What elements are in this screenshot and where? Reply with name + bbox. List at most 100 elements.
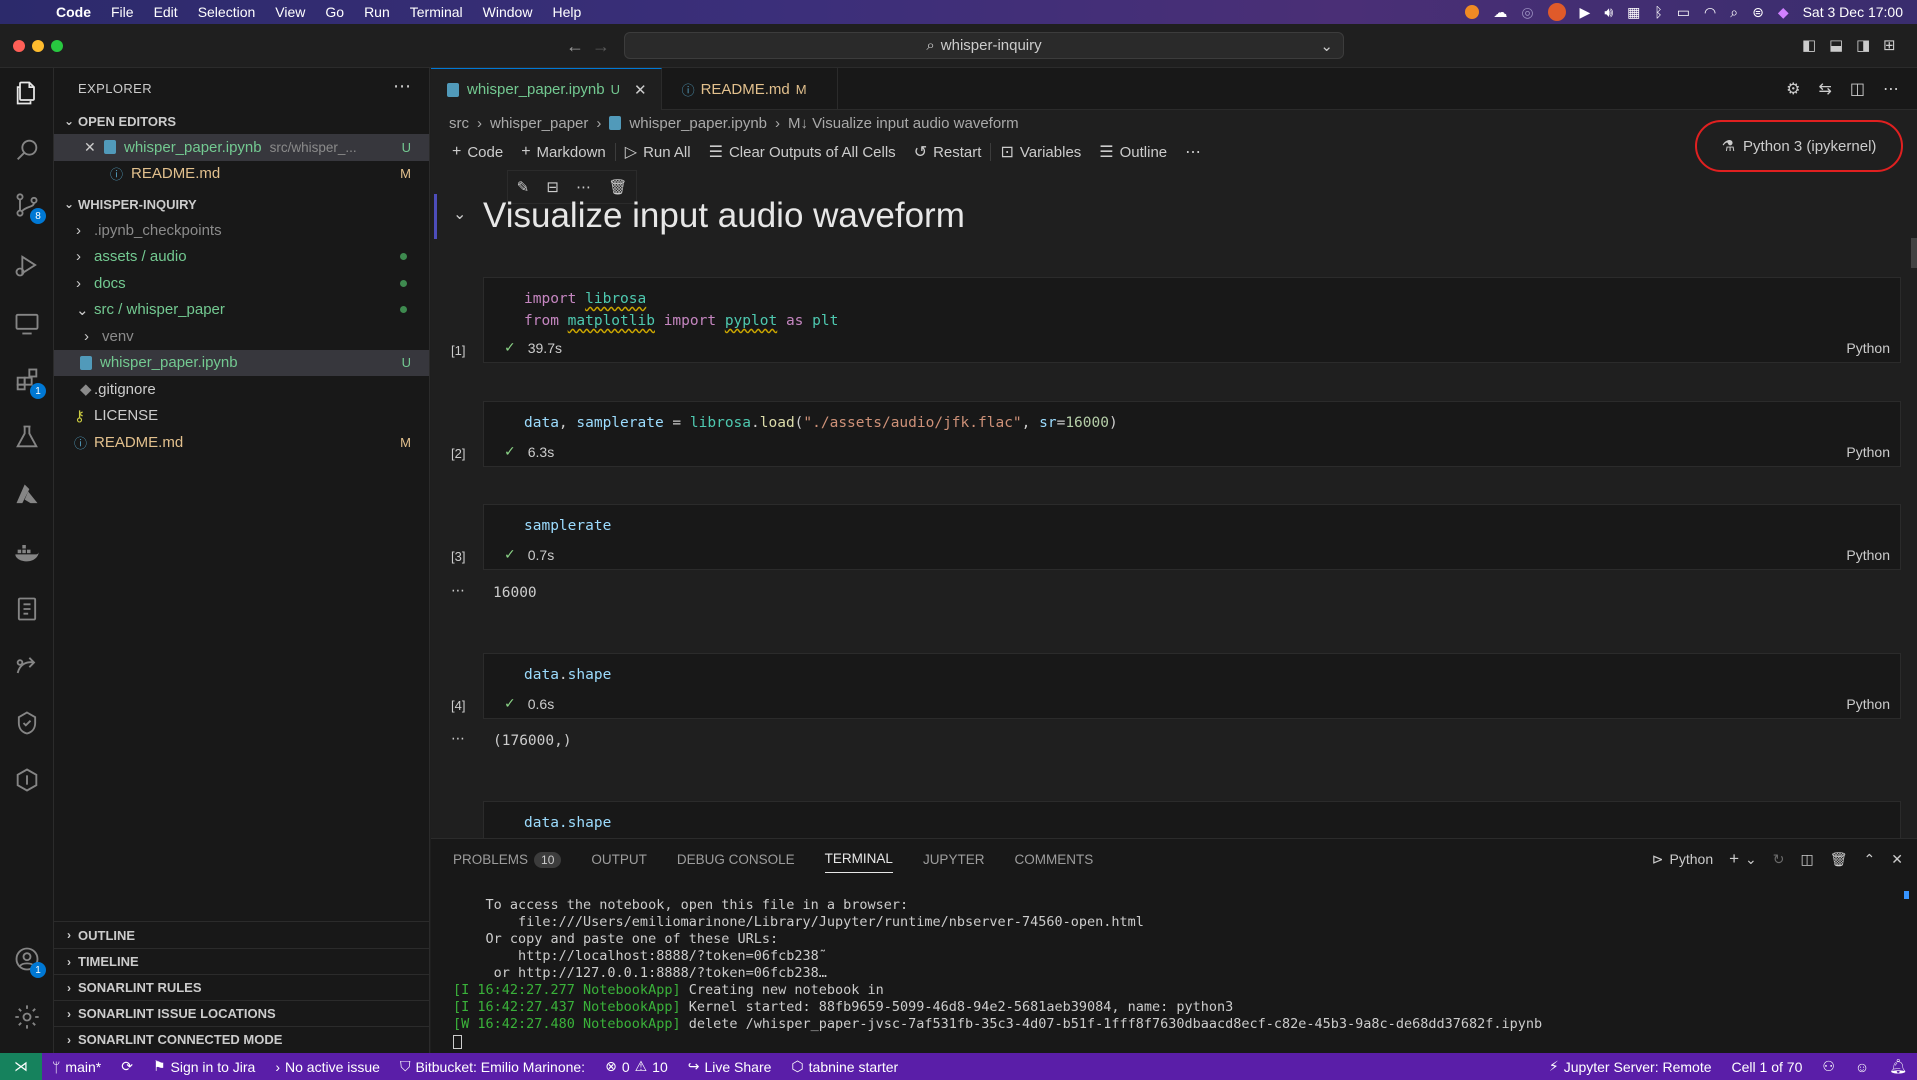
breadcrumb-item[interactable]: whisper_paper.ipynb (629, 115, 767, 132)
copilot-icon[interactable]: ⚇ (1812, 1058, 1845, 1075)
tab-problems[interactable]: PROBLEMS 10 (453, 851, 562, 868)
tree-folder[interactable]: › venv (54, 323, 429, 350)
tab-terminal[interactable]: TERMINAL (824, 851, 893, 873)
live-share-button[interactable]: ↪ Live Share (678, 1058, 782, 1075)
code-cell[interactable]: import librosa from matplotlib import py… (483, 277, 1901, 363)
cell-language[interactable]: Python (1846, 696, 1890, 712)
split-cell-icon[interactable]: ⊟ (546, 178, 559, 196)
cloud-icon[interactable]: ☁ (1493, 4, 1507, 21)
add-code-cell-button[interactable]: + Code (443, 143, 512, 161)
branch-indicator[interactable]: ᛘ main* (42, 1059, 111, 1075)
output-menu-icon[interactable]: ⋯ (451, 730, 465, 747)
siri-icon[interactable]: ◆ (1778, 4, 1789, 21)
tab-output[interactable]: OUTPUT (591, 852, 647, 867)
open-editor-item[interactable]: ✕ whisper_paper.ipynb src/whisper_... U (54, 134, 429, 161)
open-changes-icon[interactable]: ⇆ (1818, 79, 1831, 99)
menu-view[interactable]: View (265, 4, 315, 20)
cell-code[interactable]: data.shape (484, 802, 1900, 834)
kill-terminal-trash-icon[interactable]: 🗑︎ (1830, 851, 1848, 868)
customize-layout-icon[interactable]: ⊞ (1883, 36, 1896, 54)
kernel-picker[interactable]: ⚗ Python 3 (ipykernel) (1695, 120, 1903, 172)
gitlens-icon[interactable] (10, 763, 44, 797)
docker-icon[interactable] (10, 535, 44, 569)
chevron-down-icon[interactable]: ⌄ (1745, 851, 1757, 868)
restart-terminal-icon[interactable]: ↻ (1773, 851, 1785, 868)
bluetooth-icon[interactable]: ᛒ (1654, 4, 1662, 20)
collapse-chevron-icon[interactable]: ⌄ (453, 204, 466, 224)
workspace-section[interactable]: ⌄ WHISPER-INQUIRY (54, 191, 429, 217)
jira-sign-in[interactable]: ⚑ Sign in to Jira (143, 1058, 265, 1075)
clock[interactable]: Sat 3 Dec 17:00 (1803, 4, 1903, 20)
chevron-down-icon[interactable]: ⌄ (1320, 37, 1333, 55)
problems-indicator[interactable]: ⊗ 0 ⚠ 10 (595, 1058, 678, 1075)
cell-code[interactable]: data.shape (484, 654, 1900, 686)
outline-button[interactable]: ☰ Outline (1090, 142, 1176, 162)
tab-whisper-paper[interactable]: whisper_paper.ipynb U ✕ (431, 68, 662, 110)
outline-section[interactable]: › OUTLINE (54, 922, 430, 948)
notebook-icon[interactable] (10, 592, 44, 626)
edit-pencil-icon[interactable]: ✎ (517, 178, 530, 196)
swirl-icon[interactable]: ◎ (1521, 4, 1533, 21)
menu-terminal[interactable]: Terminal (400, 4, 473, 20)
volume-icon[interactable]: 🔊︎ (1604, 4, 1613, 21)
breadcrumb-item[interactable]: src (449, 115, 469, 132)
menu-help[interactable]: Help (542, 4, 591, 20)
menu-app[interactable]: Code (46, 4, 101, 20)
remote-explorer-icon[interactable] (10, 306, 44, 340)
remote-indicator[interactable]: ⋊ (0, 1053, 42, 1080)
clear-outputs-button[interactable]: ☰ Clear Outputs of All Cells (700, 142, 905, 162)
accounts-icon[interactable]: 1 (10, 942, 46, 978)
spotlight-icon[interactable]: ⌕ (1730, 4, 1738, 21)
azure-icon[interactable] (10, 478, 44, 512)
live-share-icon[interactable] (10, 649, 44, 683)
menu-selection[interactable]: Selection (188, 4, 266, 20)
close-window-button[interactable] (13, 40, 25, 52)
add-markdown-cell-button[interactable]: + Markdown (512, 143, 615, 161)
explorer-icon[interactable] (10, 76, 44, 110)
close-icon[interactable]: ✕ (84, 139, 104, 156)
delete-trash-icon[interactable]: 🗑︎ (608, 178, 627, 196)
code-cell[interactable]: data.shape (483, 801, 1901, 838)
jupyter-server-indicator[interactable]: ⚡︎ Jupyter Server: Remote (1539, 1058, 1722, 1075)
close-panel-icon[interactable]: ✕ (1891, 851, 1903, 868)
more-toolbar-button[interactable]: ⋯ (1176, 142, 1210, 162)
sonarlint-connected-mode-section[interactable]: › SONARLINT CONNECTED MODE (54, 1026, 430, 1052)
extensions-icon[interactable]: 1 (10, 363, 46, 399)
testing-icon[interactable] (10, 420, 44, 454)
more-actions-icon[interactable]: ⋯ (576, 178, 591, 196)
tree-folder[interactable]: › .ipynb_checkpoints (54, 217, 429, 244)
more-actions-icon[interactable]: ⋯ (1883, 79, 1899, 99)
source-control-icon[interactable]: 8 (10, 188, 46, 224)
restart-button[interactable]: ↺ Restart (905, 142, 991, 162)
tab-readme[interactable]: ⓘ README.md M (662, 68, 838, 110)
editor-scrollbar[interactable] (1907, 168, 1917, 838)
tree-folder[interactable]: ⌄ src / whisper_paper (54, 297, 429, 324)
code-cell[interactable]: data, samplerate = librosa.load("./asset… (483, 401, 1901, 467)
tree-file[interactable]: ◆ .gitignore (54, 376, 429, 403)
timeline-section[interactable]: › TIMELINE (54, 948, 430, 974)
cell-code[interactable]: samplerate (484, 505, 1900, 537)
breadcrumb-item[interactable]: M↓ Visualize input audio waveform (788, 115, 1019, 132)
split-terminal-icon[interactable]: ◫ (1801, 851, 1814, 868)
orange-app-icon[interactable] (1465, 5, 1480, 19)
split-editor-icon[interactable]: ◫ (1850, 79, 1865, 99)
new-terminal-plus-icon[interactable]: + (1729, 849, 1739, 869)
tabnine-indicator[interactable]: ⬡ tabnine starter (781, 1058, 908, 1075)
tree-file[interactable]: ⓘ README.md M (54, 429, 429, 456)
manage-gear-icon[interactable] (10, 1000, 44, 1034)
open-editors-section[interactable]: ⌄ OPEN EDITORS (54, 108, 429, 134)
menu-window[interactable]: Window (473, 4, 543, 20)
sync-button[interactable]: ⟳ (111, 1058, 143, 1075)
code-cell[interactable]: samplerate ✓ 0.7s Python (483, 504, 1901, 570)
code-cell[interactable]: data.shape ✓ 0.6s Python (483, 653, 1901, 719)
minimize-window-button[interactable] (32, 40, 44, 52)
cell-code[interactable]: import librosa from matplotlib import py… (484, 278, 1900, 332)
active-issue[interactable]: › No active issue (265, 1059, 390, 1075)
bitbucket-indicator[interactable]: ⛉ Bitbucket: Emilio Marinone: (390, 1058, 595, 1075)
run-debug-icon[interactable] (10, 248, 44, 282)
cell-position[interactable]: Cell 1 of 70 (1722, 1059, 1813, 1075)
play-icon[interactable]: ▶ (1580, 4, 1591, 21)
search-icon[interactable] (10, 133, 44, 167)
forward-arrow-icon[interactable]: → (592, 36, 610, 57)
cell-language[interactable]: Python (1846, 547, 1890, 563)
